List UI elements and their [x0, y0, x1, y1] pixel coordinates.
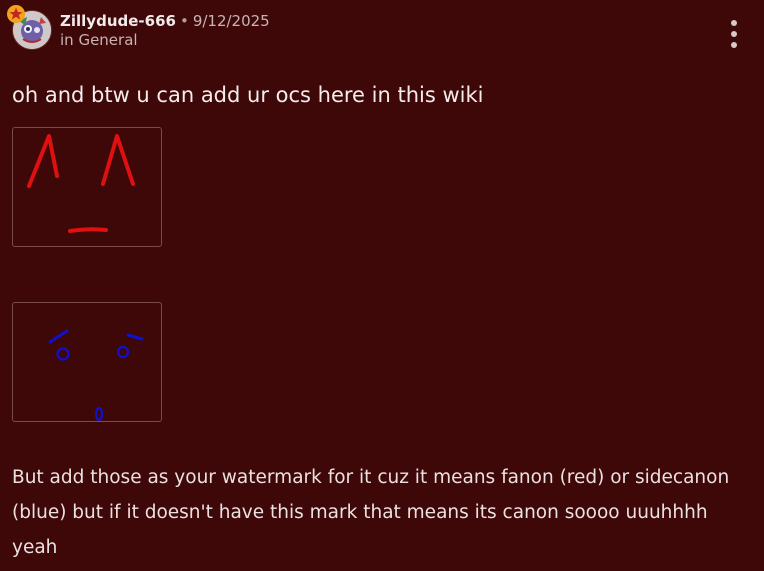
blue-sidecanon-drawing — [48, 329, 144, 421]
author-line: Zillydude-666 • 9/12/2025 — [60, 12, 270, 30]
post-date: 9/12/2025 — [192, 12, 270, 30]
post-title: oh and btw u can add ur ocs here in this… — [12, 83, 484, 107]
more-vertical-icon-dot — [731, 31, 737, 37]
sidecanon-mark-image[interactable] — [12, 302, 162, 422]
meta-separator: • — [179, 12, 189, 30]
more-options-button[interactable] — [724, 20, 744, 48]
star-badge-icon — [7, 5, 25, 23]
fanon-mark-image[interactable] — [12, 127, 162, 247]
avatar-container[interactable] — [7, 5, 52, 50]
post-header: Zillydude-666 • 9/12/2025 in General — [7, 5, 270, 50]
more-vertical-icon-dot — [731, 20, 737, 26]
post-body: But add those as your watermark for it c… — [12, 467, 730, 558]
post-card: Zillydude-666 • 9/12/2025 in General oh an… — [0, 0, 764, 571]
red-fanon-drawing — [27, 134, 135, 233]
post-meta: Zillydude-666 • 9/12/2025 in General — [60, 12, 270, 49]
username-link[interactable]: Zillydude-666 — [60, 12, 176, 30]
category-link[interactable]: in General — [60, 31, 270, 49]
more-vertical-icon-dot — [731, 42, 737, 48]
